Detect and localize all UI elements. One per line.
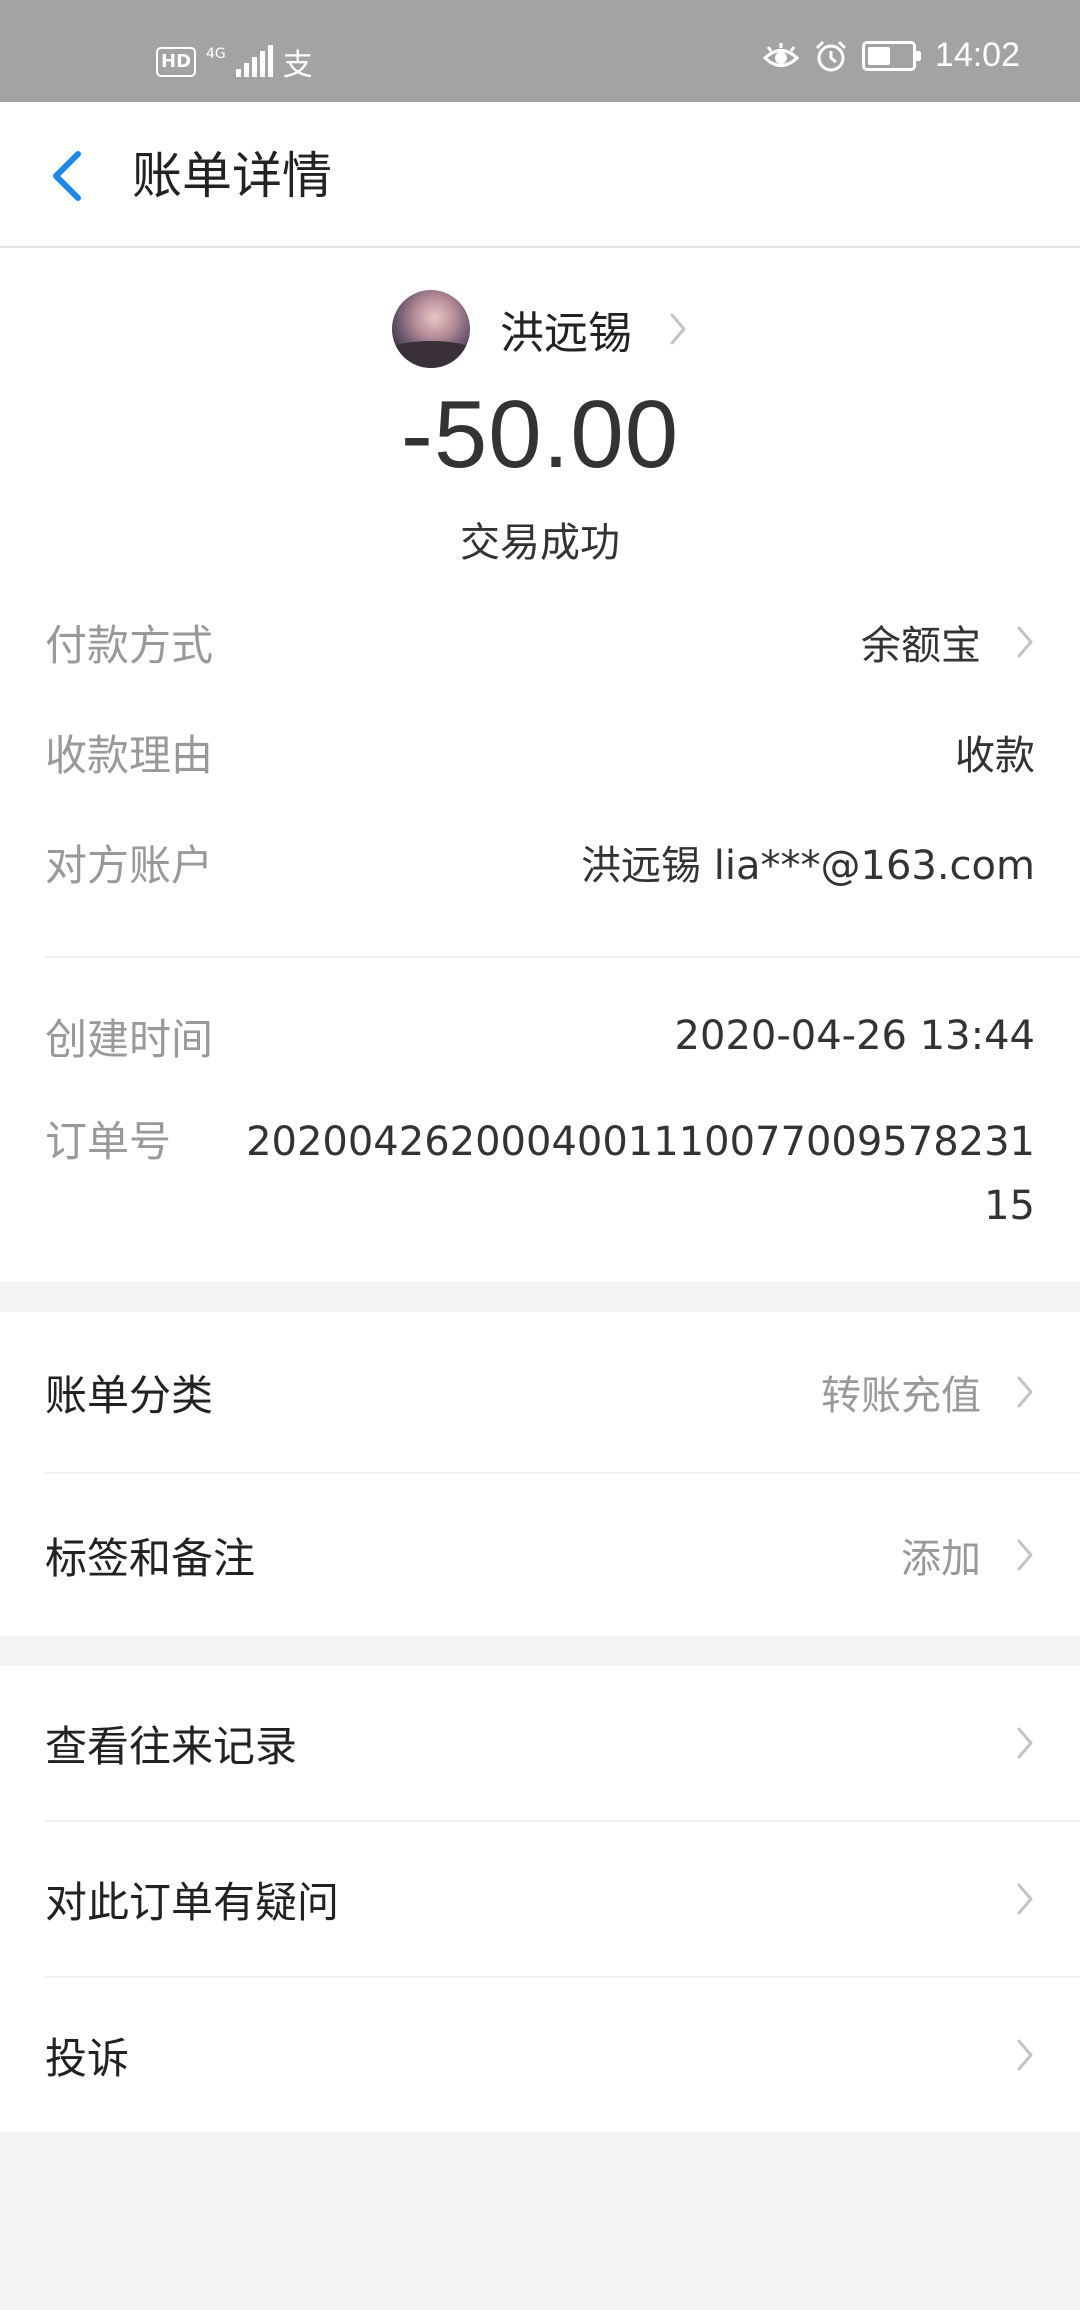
order-number-value: 2020042620004001110077009578231 15: [246, 1110, 1035, 1238]
status-bar: HD 4G 支 14:02: [0, 0, 1080, 102]
created-time-row: 创建时间 2020-04-26 13:44: [45, 998, 1035, 1074]
chevron-left-icon: [53, 151, 81, 201]
back-button[interactable]: [46, 146, 90, 206]
complain-label: 投诉: [45, 2033, 130, 2083]
chevron-right-icon: [1017, 1376, 1033, 1408]
view-history-row[interactable]: 查看往来记录: [45, 1666, 1080, 1820]
chevron-right-icon: [1017, 1539, 1033, 1571]
order-number-line-2: 15: [984, 1183, 1035, 1229]
reason-value: 收款: [955, 733, 1035, 779]
status-bar-left: HD 4G 支: [156, 40, 313, 84]
transaction-status: 交易成功: [460, 520, 620, 566]
order-question-label: 对此订单有疑问: [45, 1877, 340, 1927]
status-bar-right: 14:02: [762, 36, 1020, 75]
account-value: 洪远锡 lia***@163.com: [581, 843, 1035, 889]
signal-icon: [235, 45, 273, 77]
created-time-label: 创建时间: [45, 1014, 214, 1064]
battery-icon: [861, 40, 921, 71]
tags-notes-label: 标签和备注: [45, 1533, 256, 1583]
account-row: 对方账户 洪远锡 lia***@163.com: [45, 808, 1035, 916]
payment-method-row[interactable]: 付款方式 余额宝: [45, 588, 1035, 696]
chevron-right-icon: [1017, 2039, 1033, 2071]
transaction-amount: -50.00: [400, 381, 680, 488]
order-number-row: 订单号 2020042620004001110077009578231 15: [45, 1110, 1035, 1252]
view-history-label: 查看往来记录: [45, 1721, 298, 1771]
payment-method-value: 余额宝: [861, 623, 981, 669]
counterparty-link[interactable]: 洪远锡: [0, 290, 1080, 368]
status-time: 14:02: [934, 36, 1020, 74]
actions-section: 查看往来记录 对此订单有疑问 投诉: [0, 1666, 1080, 2132]
bill-category-value: 转账充值: [821, 1373, 981, 1419]
chevron-right-icon: [670, 313, 686, 345]
bill-category-label: 账单分类: [45, 1370, 214, 1420]
transaction-details: 付款方式 余额宝 收款理由 收款 对方账户 洪远锡 lia***@163.com…: [0, 588, 1080, 1282]
bill-category-row[interactable]: 账单分类 转账充值: [45, 1312, 1080, 1472]
section-gap: [0, 1636, 1080, 1666]
hd-badge: HD: [156, 47, 197, 77]
complain-row[interactable]: 投诉: [45, 1978, 1080, 2132]
tags-notes-value: 添加: [901, 1536, 981, 1582]
account-label: 对方账户: [45, 840, 214, 890]
order-number-label: 订单号: [45, 1117, 172, 1166]
reason-row: 收款理由 收款: [45, 696, 1035, 808]
tags-notes-row[interactable]: 标签和备注 添加: [45, 1474, 1080, 1636]
transaction-summary: 洪远锡 -50.00 交易成功: [0, 248, 1080, 588]
alipay-notification-icon: 支: [282, 48, 313, 83]
created-time-value: 2020-04-26 13:44: [674, 1013, 1035, 1059]
order-question-row[interactable]: 对此订单有疑问: [45, 1822, 1080, 1976]
payment-method-label: 付款方式: [45, 620, 214, 670]
counterparty-name: 洪远锡: [500, 308, 632, 359]
reason-label: 收款理由: [45, 730, 214, 780]
eye-icon: [762, 41, 800, 71]
page-title: 账单详情: [132, 147, 332, 205]
chevron-right-icon: [1017, 1727, 1033, 1759]
avatar: [392, 290, 470, 368]
chevron-right-icon: [1017, 626, 1033, 658]
chevron-right-icon: [1017, 1883, 1033, 1915]
alarm-icon: [814, 39, 848, 73]
nav-bar: 账单详情: [0, 102, 1080, 248]
order-number-line-1: 2020042620004001110077009578231: [246, 1119, 1035, 1165]
bill-category-section: 账单分类 转账充值 标签和备注 添加: [0, 1312, 1080, 1636]
network-type-label: 4G: [206, 46, 226, 62]
section-gap: [0, 1282, 1080, 1312]
